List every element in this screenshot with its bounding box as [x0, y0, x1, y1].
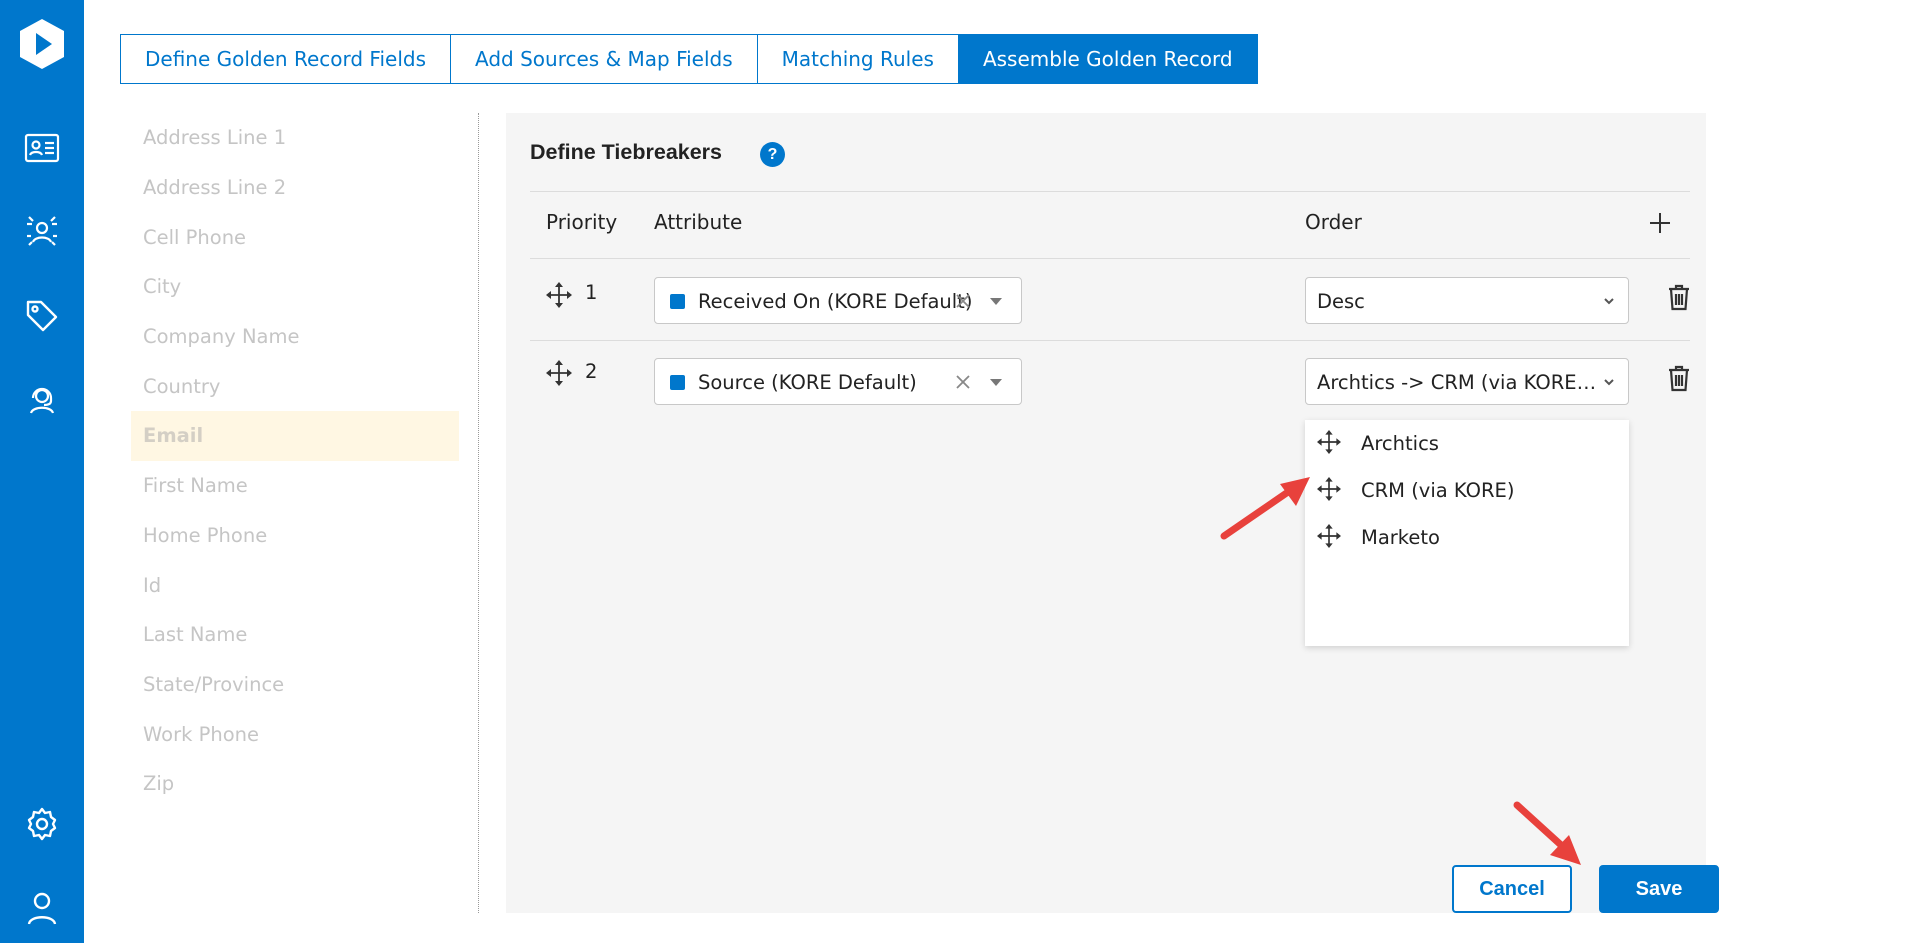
field-item-work-phone[interactable]: Work Phone [131, 709, 459, 759]
priority-number: 2 [585, 360, 598, 383]
panel-title: Define Tiebreakers [530, 140, 723, 164]
column-header-attribute: Attribute [654, 210, 743, 234]
chevron-down-icon[interactable] [1602, 294, 1616, 308]
row-divider [530, 340, 1690, 341]
attribute-select-value: Source (KORE Default) [698, 371, 917, 394]
order-select-value: Desc [1317, 290, 1365, 313]
field-item-last-name[interactable]: Last Name [131, 610, 459, 660]
table-top-divider [530, 191, 1690, 192]
order-select[interactable]: Desc [1305, 277, 1629, 324]
order-option-label: Marketo [1361, 526, 1440, 549]
order-dropdown-list: Archtics CRM (via KORE) Marketo [1305, 420, 1629, 646]
golden-record-field-list: Address Line 1 Address Line 2 Cell Phone… [131, 113, 459, 809]
order-option-label: Archtics [1361, 432, 1439, 455]
field-item-company-name[interactable]: Company Name [131, 312, 459, 362]
order-option-marketo[interactable]: Marketo [1305, 516, 1629, 562]
field-item-first-name[interactable]: First Name [131, 461, 459, 511]
drag-handle-icon[interactable] [1317, 524, 1341, 548]
order-option-label: CRM (via KORE) [1361, 479, 1515, 502]
drag-handle-icon[interactable] [546, 282, 572, 308]
tab-assemble-golden-record[interactable]: Assemble Golden Record [958, 35, 1257, 83]
chevron-down-icon[interactable] [1602, 375, 1616, 389]
app-logo-icon[interactable] [14, 16, 70, 72]
contact-card-icon[interactable] [18, 124, 66, 172]
attribute-color-swatch [670, 294, 685, 309]
field-item-home-phone[interactable]: Home Phone [131, 511, 459, 561]
order-select-value: Archtics -> CRM (via KORE -> Marketo [1317, 371, 1597, 394]
field-item-address-line-2[interactable]: Address Line 2 [131, 163, 459, 213]
trash-icon[interactable] [1667, 364, 1693, 392]
order-option-crm[interactable]: CRM (via KORE) [1305, 469, 1629, 515]
tiebreakers-panel: Define Tiebreakers ? Priority Attribute … [506, 113, 1719, 913]
drag-handle-icon[interactable] [1317, 477, 1341, 501]
add-tiebreaker-button[interactable] [1645, 208, 1675, 238]
wizard-tabs: Define Golden Record Fields Add Sources … [120, 34, 1258, 84]
caret-down-icon[interactable] [990, 379, 1002, 386]
clear-icon[interactable] [953, 372, 973, 392]
app-sidebar [0, 0, 84, 943]
priority-number: 1 [585, 281, 598, 304]
drag-handle-icon[interactable] [546, 360, 572, 386]
field-item-cell-phone[interactable]: Cell Phone [131, 212, 459, 262]
help-icon[interactable]: ? [760, 142, 785, 167]
order-select[interactable]: Archtics -> CRM (via KORE -> Marketo [1305, 358, 1629, 405]
clear-icon[interactable] [953, 291, 973, 311]
attribute-color-swatch [670, 375, 685, 390]
field-item-zip[interactable]: Zip [131, 759, 459, 809]
order-option-archtics[interactable]: Archtics [1305, 422, 1629, 468]
column-header-priority: Priority [546, 210, 618, 234]
field-item-country[interactable]: Country [131, 361, 459, 411]
tab-add-sources-map-fields[interactable]: Add Sources & Map Fields [451, 35, 758, 83]
table-header-divider [530, 258, 1690, 259]
attribute-select-value: Received On (KORE Default) [698, 290, 973, 313]
gear-icon[interactable] [18, 800, 66, 848]
field-item-id[interactable]: Id [131, 560, 459, 610]
drag-handle-icon[interactable] [1317, 430, 1341, 454]
field-item-state-province[interactable]: State/Province [131, 660, 459, 710]
user-profile-icon[interactable] [18, 884, 66, 932]
cancel-button[interactable]: Cancel [1452, 865, 1572, 913]
field-item-email[interactable]: Email [131, 411, 459, 461]
attribute-select[interactable]: Source (KORE Default) [654, 358, 1022, 405]
attribute-select[interactable]: Received On (KORE Default) [654, 277, 1022, 324]
field-item-city[interactable]: City [131, 262, 459, 312]
tab-matching-rules[interactable]: Matching Rules [757, 35, 959, 83]
field-item-address-line-1[interactable]: Address Line 1 [131, 113, 459, 163]
column-divider [478, 113, 479, 913]
audience-network-icon[interactable] [18, 208, 66, 256]
trash-icon[interactable] [1667, 283, 1693, 311]
caret-down-icon[interactable] [990, 298, 1002, 305]
user-support-icon[interactable] [18, 376, 66, 424]
column-header-order: Order [1305, 210, 1362, 234]
save-button[interactable]: Save [1599, 865, 1719, 913]
tag-icon[interactable] [18, 292, 66, 340]
tab-define-golden-record-fields[interactable]: Define Golden Record Fields [121, 35, 452, 83]
